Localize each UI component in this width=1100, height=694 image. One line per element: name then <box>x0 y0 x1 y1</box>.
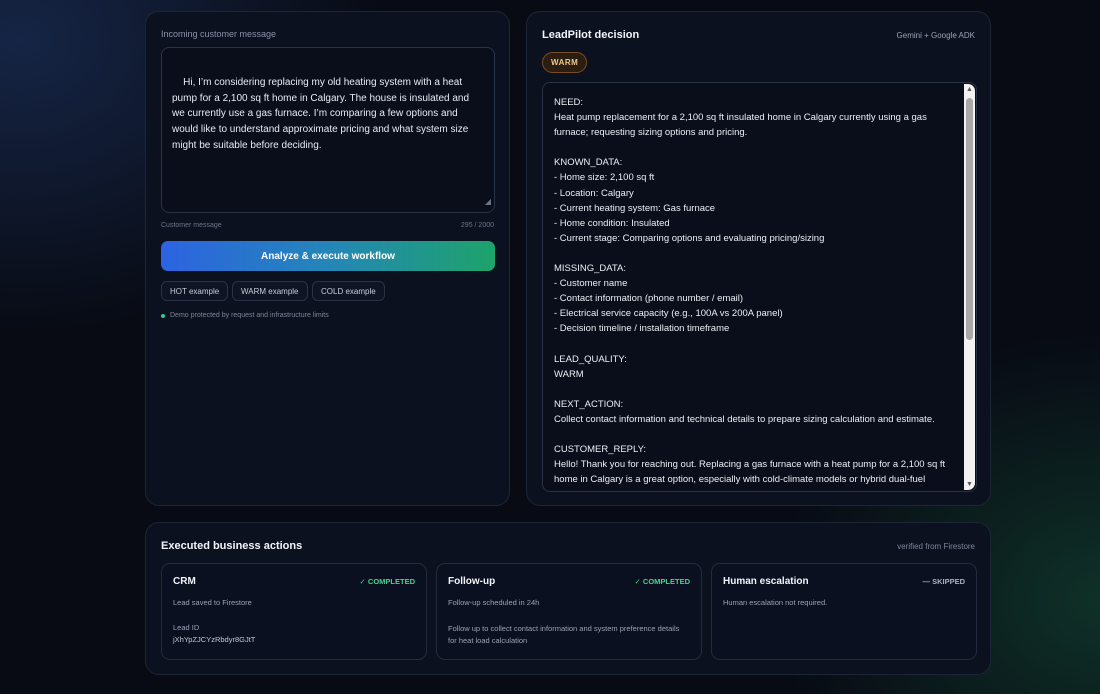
message-caption: Customer message <box>161 222 222 229</box>
card-description: Follow-up scheduled in 24h <box>448 598 540 607</box>
hot-example-button[interactable]: HOT example <box>161 281 229 301</box>
decision-title: LeadPilot decision <box>542 29 640 41</box>
card-description: Lead saved to Firestore <box>173 598 252 607</box>
card-description: Human escalation not required. <box>723 598 828 607</box>
warm-example-button[interactable]: WARM example <box>232 281 308 301</box>
analyze-execute-button[interactable]: Analyze & execute workflow <box>161 241 495 271</box>
decision-scrollbar[interactable]: ▲ ▼ <box>964 84 975 490</box>
demo-note-text: Demo protected by request and infrastruc… <box>170 312 329 319</box>
resize-handle-icon[interactable]: ◢ <box>485 194 491 210</box>
followup-note: Follow up to collect contact information… <box>448 624 680 645</box>
status-badge: ✓ COMPLETED <box>634 577 690 586</box>
scroll-down-icon[interactable]: ▼ <box>966 481 973 488</box>
character-count: 295 / 2000 <box>460 222 494 229</box>
message-textarea[interactable]: Hi, I’m considering replacing my old hea… <box>161 47 495 213</box>
engine-label: Gemini + Google ADK <box>896 31 975 40</box>
escalation-card: Human escalation — SKIPPED Human escalat… <box>711 563 977 660</box>
demo-note: Demo protected by request and infrastruc… <box>161 312 329 319</box>
verified-label: verified from Firestore <box>897 542 975 551</box>
message-label: Incoming customer message <box>161 29 277 39</box>
message-panel: Incoming customer message Hi, I’m consid… <box>145 11 510 506</box>
message-text: Hi, I’m considering replacing my old hea… <box>172 76 472 151</box>
lead-id-label: Lead ID <box>173 623 200 632</box>
status-dot-icon <box>161 313 165 318</box>
card-title: CRM <box>173 576 196 587</box>
actions-panel: Executed business actions verified from … <box>145 522 991 675</box>
status-badge: ✓ COMPLETED <box>359 577 415 586</box>
crm-card: CRM ✓ COMPLETED Lead saved to Firestore … <box>161 563 427 660</box>
decision-panel: LeadPilot decision Gemini + Google ADK W… <box>526 11 991 506</box>
card-title: Follow-up <box>448 576 496 587</box>
decision-output-text: NEED: Heat pump replacement for a 2,100 … <box>554 97 946 486</box>
scroll-up-icon[interactable]: ▲ <box>966 86 973 93</box>
status-badge: — SKIPPED <box>922 577 965 586</box>
lead-quality-badge: WARM <box>542 52 588 73</box>
decision-output[interactable]: NEED: Heat pump replacement for a 2,100 … <box>542 82 977 492</box>
card-title: Human escalation <box>723 576 809 587</box>
actions-title: Executed business actions <box>161 540 303 552</box>
followup-card: Follow-up ✓ COMPLETED Follow-up schedule… <box>436 563 702 660</box>
lead-id-value: jXhYpZJCYzRbdyr8GJtT <box>173 635 256 644</box>
scroll-thumb[interactable] <box>966 98 973 340</box>
cold-example-button[interactable]: COLD example <box>312 281 385 301</box>
